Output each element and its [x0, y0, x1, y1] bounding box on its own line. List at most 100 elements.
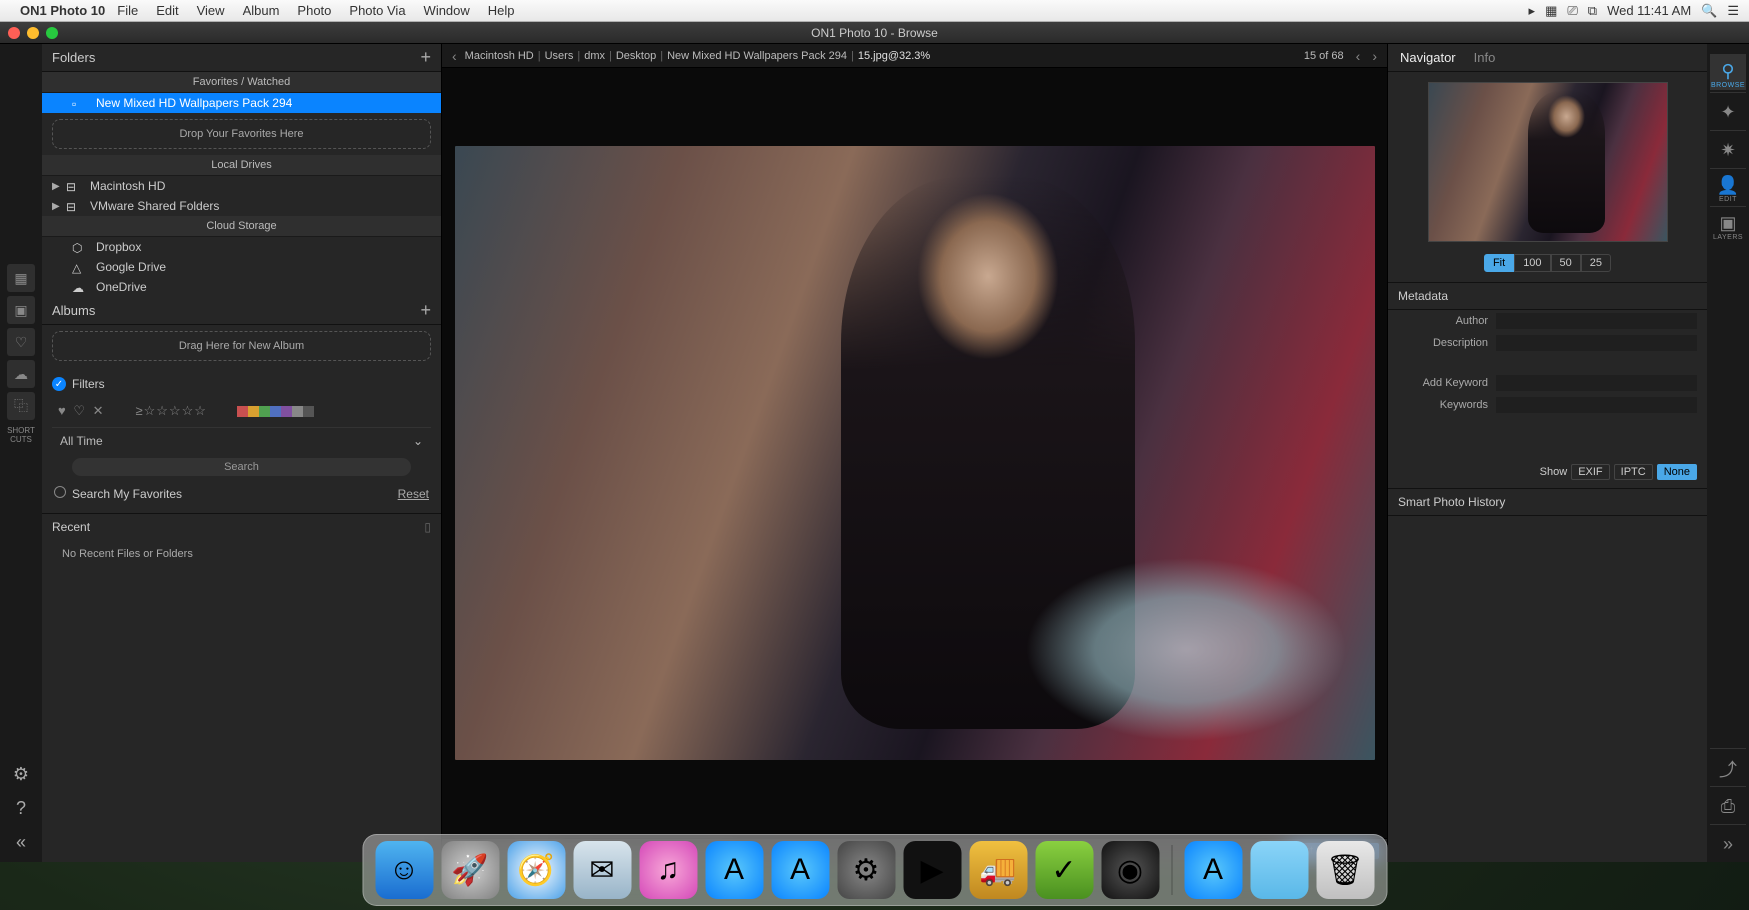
- module-effects-button[interactable]: ✦: [1710, 92, 1746, 128]
- export-icon[interactable]: ⤴: [1710, 748, 1746, 784]
- window-minimize-button[interactable]: [27, 27, 39, 39]
- like-filter[interactable]: ♥ ♡ ✕: [58, 403, 106, 419]
- path-segment[interactable]: Users: [545, 50, 574, 62]
- tool-grid-icon[interactable]: ▦: [7, 264, 35, 292]
- menu-album[interactable]: Album: [243, 3, 280, 18]
- rating-filter[interactable]: ≥☆☆☆☆☆: [136, 403, 207, 419]
- zoom-25-button[interactable]: 25: [1581, 254, 1611, 272]
- dock-appstore3-icon[interactable]: A: [1184, 841, 1242, 899]
- window-maximize-button[interactable]: [46, 27, 58, 39]
- disclosure-triangle-icon[interactable]: ▶: [52, 181, 62, 192]
- disclosure-triangle-icon[interactable]: ▶: [52, 201, 62, 212]
- status-icon[interactable]: ▦: [1545, 3, 1557, 19]
- menu-edit[interactable]: Edit: [156, 3, 178, 18]
- menu-photovia[interactable]: Photo Via: [349, 3, 405, 18]
- cloud-item-onedrive[interactable]: ☁OneDrive: [42, 277, 441, 297]
- nav-back-button[interactable]: ‹: [448, 48, 461, 64]
- macos-menubar: ON1 Photo 10 File Edit View Album Photo …: [0, 0, 1749, 22]
- add-album-button[interactable]: +: [420, 300, 431, 321]
- dock-settings-icon[interactable]: ⚙: [837, 841, 895, 899]
- module-edit-button[interactable]: 👤EDIT: [1710, 168, 1746, 204]
- dock-itunes-icon[interactable]: ♫: [639, 841, 697, 899]
- dock-safari-icon[interactable]: 🧭: [507, 841, 565, 899]
- tool-copy-icon[interactable]: ⿻: [7, 392, 35, 420]
- status-icon[interactable]: ▸: [1529, 3, 1536, 19]
- drive-item[interactable]: ▶ ⊟ Macintosh HD: [42, 176, 441, 196]
- dock-appstore-icon[interactable]: A: [705, 841, 763, 899]
- share-icon[interactable]: ⎙: [1710, 786, 1746, 822]
- drive-name: VMware Shared Folders: [90, 199, 219, 213]
- next-image-button[interactable]: ›: [1368, 48, 1381, 64]
- path-segment[interactable]: dmx: [584, 50, 605, 62]
- zoom-50-button[interactable]: 50: [1551, 254, 1581, 272]
- tool-heart-icon[interactable]: ♡: [7, 328, 35, 356]
- path-segment[interactable]: Macintosh HD: [465, 50, 534, 62]
- notification-center-icon[interactable]: ☰: [1727, 3, 1739, 19]
- menu-window[interactable]: Window: [424, 3, 470, 18]
- module-browse-button[interactable]: ⚲BROWSE: [1710, 54, 1746, 90]
- window-close-button[interactable]: [8, 27, 20, 39]
- module-layers-button[interactable]: ▣LAYERS: [1710, 206, 1746, 242]
- add-folder-button[interactable]: +: [420, 47, 431, 68]
- filters-header[interactable]: ✓ Filters: [52, 373, 431, 395]
- menu-help[interactable]: Help: [488, 3, 515, 18]
- app-name[interactable]: ON1 Photo 10: [20, 3, 105, 18]
- help-icon[interactable]: ?: [7, 794, 35, 822]
- collapse-left-icon[interactable]: «: [7, 828, 35, 856]
- menu-file[interactable]: File: [117, 3, 138, 18]
- dock-mail-icon[interactable]: ✉: [573, 841, 631, 899]
- show-none-button[interactable]: None: [1657, 464, 1697, 480]
- reset-filters-link[interactable]: Reset: [398, 487, 429, 501]
- folders-title: Folders: [52, 50, 95, 65]
- search-favorites-toggle[interactable]: Search My Favorites: [54, 486, 182, 501]
- dock-on1-icon[interactable]: ◉: [1101, 841, 1159, 899]
- tab-navigator[interactable]: Navigator: [1400, 50, 1456, 65]
- metadata-addkeyword-input[interactable]: [1496, 375, 1697, 391]
- trash-icon[interactable]: ▯: [424, 520, 431, 534]
- cloud-item-gdrive[interactable]: △Google Drive: [42, 257, 441, 277]
- albums-drop-zone[interactable]: Drag Here for New Album: [52, 331, 431, 361]
- prev-image-button[interactable]: ‹: [1352, 48, 1365, 64]
- show-exif-button[interactable]: EXIF: [1571, 464, 1609, 480]
- navigator-thumbnail[interactable]: [1428, 82, 1668, 242]
- favorite-folder-item[interactable]: ▫ New Mixed HD Wallpapers Pack 294: [42, 93, 441, 113]
- module-enhance-button[interactable]: ✷: [1710, 130, 1746, 166]
- breadcrumb-bar: ‹ Macintosh HD| Users| dmx| Desktop| New…: [442, 44, 1387, 68]
- menu-view[interactable]: View: [197, 3, 225, 18]
- dock-launchpad-icon[interactable]: 🚀: [441, 841, 499, 899]
- settings-gear-icon[interactable]: ⚙: [7, 760, 35, 788]
- tool-camera-icon[interactable]: ▣: [7, 296, 35, 324]
- dock-appstore2-icon[interactable]: A: [771, 841, 829, 899]
- current-filename: 15.jpg@32.3%: [858, 50, 930, 62]
- status-icon[interactable]: ⎚: [1567, 3, 1577, 19]
- favorites-drop-zone[interactable]: Drop Your Favorites Here: [52, 119, 431, 149]
- dock-finder-icon[interactable]: ☺: [375, 841, 433, 899]
- metadata-keywords-input[interactable]: [1496, 397, 1697, 413]
- dock-transmit-icon[interactable]: 🚚: [969, 841, 1027, 899]
- status-displays-icon[interactable]: ⧉: [1588, 3, 1597, 19]
- show-iptc-button[interactable]: IPTC: [1614, 464, 1653, 480]
- metadata-author-input[interactable]: [1496, 313, 1697, 329]
- tab-info[interactable]: Info: [1474, 50, 1496, 65]
- filters-toggle-icon[interactable]: ✓: [52, 377, 66, 391]
- dock-terminal-icon[interactable]: ▶: [903, 841, 961, 899]
- dock-folder-icon[interactable]: [1250, 841, 1308, 899]
- zoom-100-button[interactable]: 100: [1514, 254, 1550, 272]
- spotlight-icon[interactable]: 🔍: [1701, 3, 1717, 19]
- image-viewport[interactable]: [442, 68, 1387, 838]
- path-segment[interactable]: Desktop: [616, 50, 656, 62]
- search-input[interactable]: Search: [72, 458, 411, 476]
- collapse-right-icon[interactable]: »: [1710, 824, 1746, 860]
- dock-things-icon[interactable]: ✓: [1035, 841, 1093, 899]
- drive-item[interactable]: ▶ ⊟ VMware Shared Folders: [42, 196, 441, 216]
- tool-cloud-icon[interactable]: ☁: [7, 360, 35, 388]
- time-filter-dropdown[interactable]: All Time ⌄: [52, 428, 431, 454]
- cloud-item-dropbox[interactable]: ⬡Dropbox: [42, 237, 441, 257]
- color-label-filter[interactable]: [237, 406, 314, 417]
- menu-photo[interactable]: Photo: [297, 3, 331, 18]
- metadata-description-input[interactable]: [1496, 335, 1697, 351]
- path-segment[interactable]: New Mixed HD Wallpapers Pack 294: [667, 50, 847, 62]
- dock-trash-icon[interactable]: 🗑: [1316, 841, 1374, 899]
- zoom-fit-button[interactable]: Fit: [1484, 254, 1514, 272]
- menubar-clock[interactable]: Wed 11:41 AM: [1607, 3, 1691, 18]
